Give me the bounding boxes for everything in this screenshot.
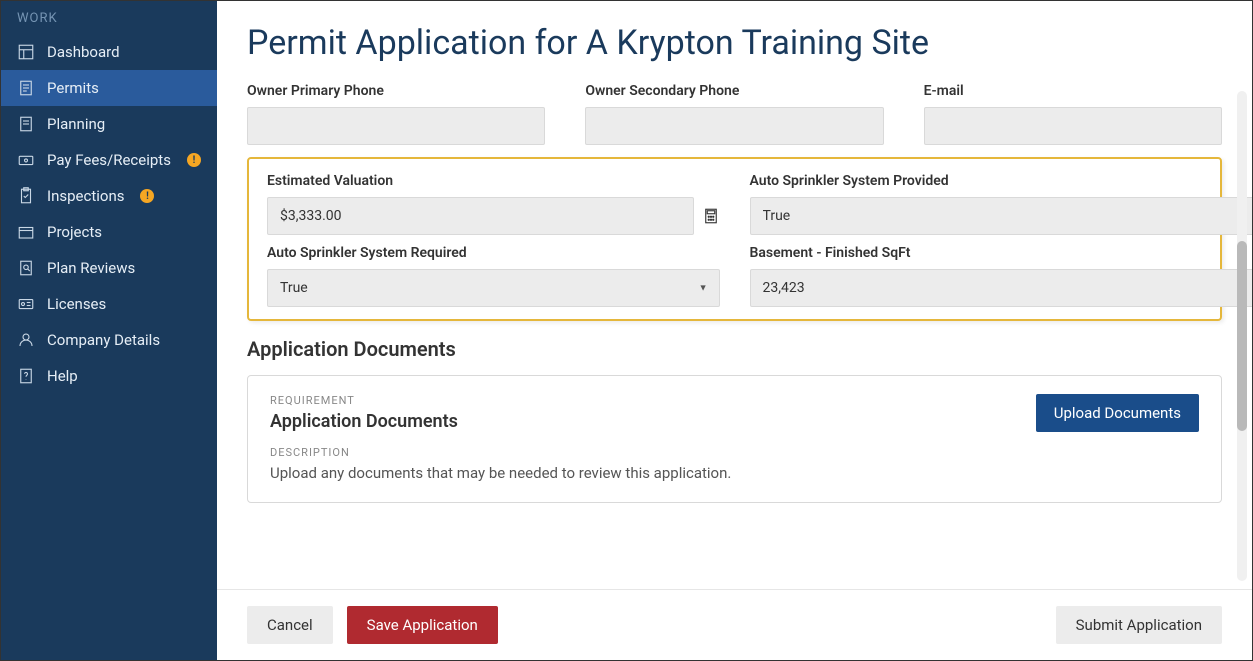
- basement-finished-sqft-input[interactable]: [750, 269, 1253, 307]
- email-group: E-mail: [924, 83, 1222, 145]
- page-title: Permit Application for A Krypton Trainin…: [217, 1, 1252, 73]
- sidebar-item-label: Plan Reviews: [47, 259, 135, 277]
- company-icon: [17, 331, 35, 349]
- application-documents-title: Application Documents: [247, 337, 1222, 361]
- estimated-valuation-group: Estimated Valuation: [267, 173, 720, 235]
- inspections-icon: [17, 187, 35, 205]
- projects-icon: [17, 223, 35, 241]
- auto-sprinkler-provided-label: Auto Sprinkler System Provided: [750, 173, 1203, 189]
- scrollbar-thumb[interactable]: [1237, 241, 1247, 431]
- sidebar: WORK Dashboard Permits Planning Pay Fees…: [1, 1, 217, 660]
- cancel-button[interactable]: Cancel: [247, 606, 333, 644]
- sidebar-item-label: Licenses: [47, 295, 106, 313]
- save-application-button[interactable]: Save Application: [347, 606, 498, 644]
- documents-panel: REQUIREMENT Application Documents DESCRI…: [247, 375, 1222, 503]
- sidebar-item-label: Permits: [47, 79, 99, 97]
- upload-documents-button[interactable]: Upload Documents: [1036, 394, 1199, 432]
- main-content: Permit Application for A Krypton Trainin…: [217, 1, 1252, 660]
- footer-actions: Cancel Save Application Submit Applicati…: [217, 589, 1252, 660]
- auto-sprinkler-required-value[interactable]: [267, 269, 720, 307]
- auto-sprinkler-provided-group: Auto Sprinkler System Provided: [750, 173, 1203, 235]
- owner-secondary-phone-group: Owner Secondary Phone: [585, 83, 883, 145]
- auto-sprinkler-required-label: Auto Sprinkler System Required: [267, 245, 720, 261]
- content-scroll[interactable]: Owner Primary Phone Owner Secondary Phon…: [217, 73, 1252, 589]
- calculator-icon[interactable]: [702, 207, 720, 225]
- owner-primary-phone-group: Owner Primary Phone: [247, 83, 545, 145]
- licenses-icon: [17, 295, 35, 313]
- description-meta-label: DESCRIPTION: [270, 446, 1016, 459]
- sidebar-item-planreviews[interactable]: Plan Reviews: [1, 250, 217, 286]
- estimated-valuation-label: Estimated Valuation: [267, 173, 720, 189]
- sidebar-item-permits[interactable]: Permits: [1, 70, 217, 106]
- sidebar-item-inspections[interactable]: Inspections !: [1, 178, 217, 214]
- basement-finished-sqft-label: Basement - Finished SqFt: [750, 245, 1203, 261]
- sidebar-item-label: Dashboard: [47, 43, 120, 61]
- description-value: Upload any documents that may be needed …: [270, 463, 1016, 484]
- sidebar-section-header: WORK: [1, 1, 217, 34]
- sidebar-item-help[interactable]: Help: [1, 358, 217, 394]
- auto-sprinkler-provided-value[interactable]: [750, 197, 1253, 235]
- sidebar-item-company[interactable]: Company Details: [1, 322, 217, 358]
- owner-contact-row: Owner Primary Phone Owner Secondary Phon…: [247, 83, 1222, 145]
- sidebar-item-planning[interactable]: Planning: [1, 106, 217, 142]
- alert-badge-icon: !: [187, 153, 201, 167]
- auto-sprinkler-provided-dropdown[interactable]: [750, 197, 1253, 235]
- sidebar-item-label: Pay Fees/Receipts: [47, 151, 171, 169]
- fees-icon: [17, 151, 35, 169]
- auto-sprinkler-required-group: Auto Sprinkler System Required: [267, 245, 720, 307]
- planning-icon: [17, 115, 35, 133]
- estimated-valuation-input[interactable]: [267, 197, 694, 235]
- highlighted-fields-box: Estimated Valuation Auto Sprinkler Syste…: [247, 157, 1222, 321]
- sidebar-item-projects[interactable]: Projects: [1, 214, 217, 250]
- submit-application-button[interactable]: Submit Application: [1056, 606, 1222, 644]
- owner-secondary-phone-input[interactable]: [585, 107, 883, 145]
- sidebar-item-dashboard[interactable]: Dashboard: [1, 34, 217, 70]
- requirement-meta-label: REQUIREMENT: [270, 394, 1016, 407]
- sidebar-item-licenses[interactable]: Licenses: [1, 286, 217, 322]
- sidebar-item-label: Inspections: [47, 187, 124, 205]
- email-label: E-mail: [924, 83, 1222, 99]
- owner-primary-phone-input[interactable]: [247, 107, 545, 145]
- sidebar-item-label: Company Details: [47, 331, 160, 349]
- sidebar-item-label: Planning: [47, 115, 105, 133]
- auto-sprinkler-required-dropdown[interactable]: [267, 269, 720, 307]
- sidebar-item-fees[interactable]: Pay Fees/Receipts !: [1, 142, 217, 178]
- email-input[interactable]: [924, 107, 1222, 145]
- sidebar-item-label: Help: [47, 367, 78, 385]
- requirement-value: Application Documents: [270, 411, 1016, 432]
- alert-badge-icon: !: [140, 189, 154, 203]
- owner-secondary-phone-label: Owner Secondary Phone: [585, 83, 883, 99]
- owner-primary-phone-label: Owner Primary Phone: [247, 83, 545, 99]
- basement-finished-sqft-group: Basement - Finished SqFt: [750, 245, 1203, 307]
- permits-icon: [17, 79, 35, 97]
- planreviews-icon: [17, 259, 35, 277]
- help-icon: [17, 367, 35, 385]
- sidebar-item-label: Projects: [47, 223, 102, 241]
- dashboard-icon: [17, 43, 35, 61]
